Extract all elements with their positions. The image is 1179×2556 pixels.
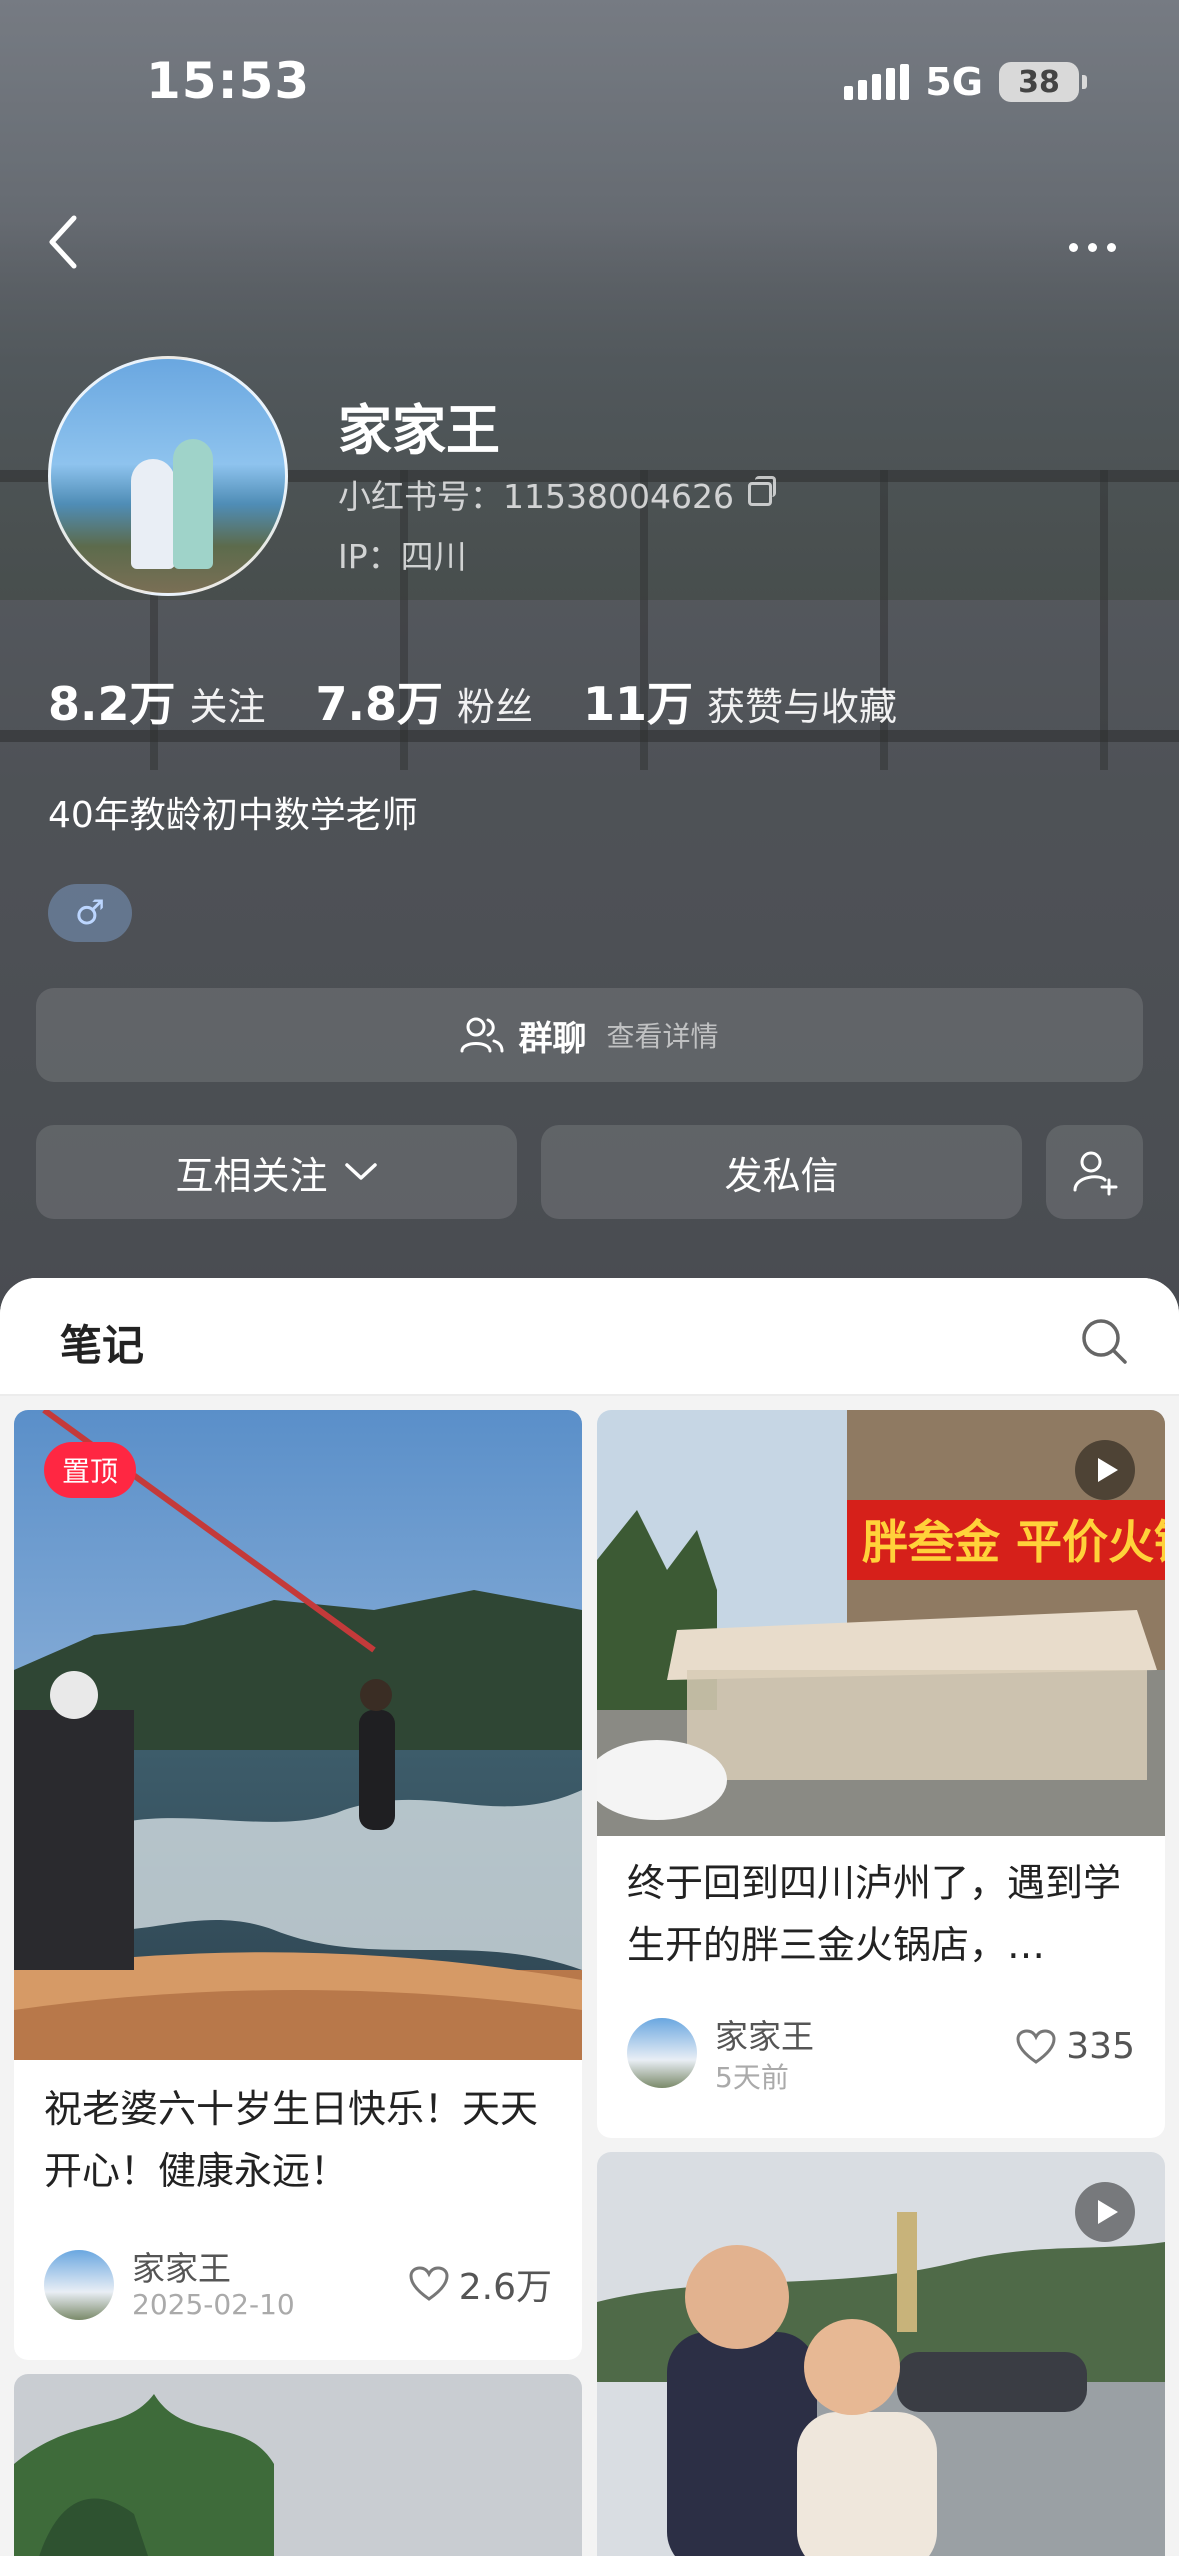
author-avatar: [627, 2018, 697, 2088]
copy-icon[interactable]: [747, 476, 776, 506]
profile-action-row: 互相关注 发私信: [36, 1125, 1143, 1219]
heart-icon: [409, 2266, 449, 2301]
author-avatar: [44, 2250, 114, 2320]
shop-sign-text: 胖叁金 平价火锅: [862, 1515, 1165, 1569]
stat-number: 8.2万: [48, 677, 176, 731]
notes-sheet: 笔记 置顶 祝老婆六十岁生日快乐！天天开心！健康永远！ 家家王 2025-02-…: [0, 1278, 1179, 2556]
note-card[interactable]: 胖叁金 平价火锅 终于回到四川泸州了，遇到学生开的胖三金火锅店，… 家家王 5天…: [597, 1410, 1165, 2138]
stat-label: 粉丝: [457, 685, 534, 729]
avatar-figure: [131, 459, 175, 569]
send-message-button[interactable]: 发私信: [541, 1125, 1022, 1219]
signal-icon: [844, 64, 910, 100]
stat-number: 11万: [583, 677, 694, 731]
search-icon[interactable]: [1079, 1316, 1129, 1366]
heart-icon: [1016, 2028, 1056, 2064]
red-id: 小红书号：11538004626: [338, 477, 734, 516]
note-cover-image: [14, 2374, 582, 2556]
profile-stats: 8.2万 关注 7.8万 粉丝 11万 获赞与收藏: [48, 668, 947, 734]
group-chat-button[interactable]: 群聊 查看详情: [36, 988, 1143, 1082]
gender-male-icon: ♂: [48, 884, 132, 942]
tab-notes[interactable]: 笔记: [60, 1312, 144, 1373]
group-users-icon: [460, 1017, 504, 1053]
like-count: 335: [1066, 2026, 1135, 2067]
add-user-icon: [1073, 1151, 1117, 1196]
ip-location: IP：四川: [338, 537, 467, 576]
add-friend-button[interactable]: [1046, 1125, 1143, 1219]
status-time: 15:53: [146, 52, 311, 110]
chevron-down-icon: [344, 1163, 377, 1180]
stat-followers[interactable]: 7.8万 粉丝: [316, 668, 534, 734]
like-button[interactable]: 2.6万: [409, 2258, 552, 2310]
note-date: 5天前: [715, 2061, 789, 2094]
chevron-left-icon: [49, 215, 77, 269]
note-cover-image: [14, 1410, 582, 2060]
mutual-follow-button[interactable]: 互相关注: [36, 1125, 517, 1219]
profile-avatar[interactable]: [48, 356, 288, 596]
like-button[interactable]: 335: [1016, 2026, 1135, 2067]
profile-cover-background: [0, 0, 1179, 1320]
stat-likes-collects[interactable]: 11万 获赞与收藏: [583, 668, 897, 734]
message-label: 发私信: [724, 1153, 839, 1198]
group-chat-title: 群聊: [518, 1018, 587, 1059]
status-icons: 5G 38: [844, 60, 1087, 104]
note-author: 家家王: [132, 2249, 231, 2288]
profile-bio: 40年教龄初中数学老师: [48, 795, 418, 836]
profile-nickname: 家家王: [338, 399, 500, 462]
like-count: 2.6万: [458, 2267, 552, 2308]
follow-label: 互相关注: [175, 1153, 328, 1198]
battery-icon: 38: [999, 62, 1087, 102]
notes-tab-bar: 笔记: [0, 1278, 1179, 1396]
video-play-icon: [1075, 2182, 1135, 2242]
avatar-figure: [173, 439, 213, 569]
note-card[interactable]: 置顶 祝老婆六十岁生日快乐！天天开心！健康永远！ 家家王 2025-02-10 …: [14, 1410, 582, 2360]
note-title: 祝老婆六十岁生日快乐！天天开心！健康永远！: [44, 2087, 539, 2193]
red-id-row[interactable]: 小红书号：11538004626: [338, 470, 776, 518]
cover-dim-overlay: [0, 0, 1179, 1320]
back-button[interactable]: [44, 212, 104, 282]
note-title: 终于回到四川泸州了，遇到学生开的胖三金火锅店，…: [627, 1861, 1122, 1967]
pinned-badge: 置顶: [44, 1442, 137, 1498]
stat-following[interactable]: 8.2万 关注: [48, 668, 266, 734]
stat-number: 7.8万: [315, 677, 444, 731]
dot-icon: [1087, 242, 1097, 252]
video-play-icon: [1075, 1440, 1135, 1500]
stat-label: 获赞与收藏: [707, 685, 898, 729]
note-card[interactable]: [14, 2374, 582, 2556]
note-card[interactable]: [597, 2152, 1165, 2556]
note-date: 2025-02-10: [132, 2288, 295, 2321]
stat-label: 关注: [189, 685, 266, 729]
note-author: 家家王: [715, 2017, 814, 2056]
dot-icon: [1106, 242, 1116, 252]
network-type: 5G: [925, 60, 983, 104]
group-chat-subtitle: 查看详情: [606, 1020, 719, 1053]
more-options-button[interactable]: [1057, 222, 1127, 272]
dot-icon: [1068, 242, 1078, 252]
